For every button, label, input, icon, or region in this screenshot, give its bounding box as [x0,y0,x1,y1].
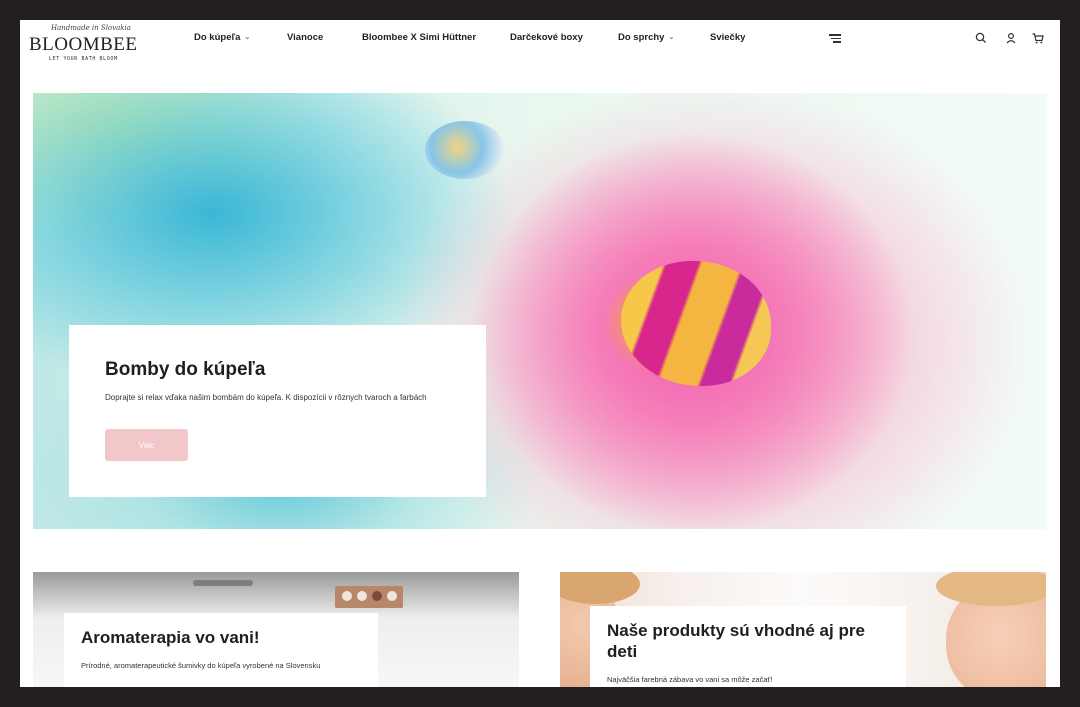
logo[interactable]: Handmade in Slovakia BLOOMBEE LET YOUR B… [29,24,137,66]
bath-bomb-image [621,261,771,386]
hero-title: Bomby do kúpeľa [105,359,266,380]
promo-card: Aromaterapia vo vani! Prírodné, aromater… [64,613,378,687]
nav-item-do-kupela[interactable]: Do kúpeľa ⌄ [194,32,250,43]
nav-label: Darčekové boxy [510,32,583,43]
nav-item-bloombee-x-simi[interactable]: Bloombee X Simi Hüttner [362,32,476,43]
hero-card: Bomby do kúpeľa Doprajte si relax vďaka … [69,325,486,497]
hero-more-button[interactable]: Viac [105,429,188,461]
hero-description: Doprajte si relax vďaka našim bombám do … [105,393,427,402]
nav-item-vianoce[interactable]: Vianoce [287,32,323,43]
site-header: Handmade in Slovakia BLOOMBEE LET YOUR B… [20,20,1060,78]
search-icon[interactable] [974,31,988,45]
promo-title: Aromaterapia vo vani! [81,628,260,647]
promo-tile-aromatherapy[interactable]: Aromaterapia vo vani! Prírodné, aromater… [33,572,519,687]
nav-item-darcekove-boxy[interactable]: Darčekové boxy [510,32,583,43]
promo-card: Naše produkty sú vhodné aj pre deti Najv… [590,606,906,687]
nav-item-sviecky[interactable]: Sviečky [710,32,745,43]
menu-icon[interactable] [829,34,841,43]
page: Handmade in Slovakia BLOOMBEE LET YOUR B… [20,20,1060,687]
chevron-down-icon: ⌄ [668,34,675,41]
nav-label: Do kúpeľa [194,32,241,43]
nav-item-do-sprchy[interactable]: Do sprchy ⌄ [618,32,674,43]
logo-tagline: Handmade in Slovakia [51,24,131,32]
nav-label: Vianoce [287,32,324,43]
promo-text: Najväčšia farebná zábava vo vani sa môže… [607,675,773,684]
promo-text: Prírodné, aromaterapeutické šumivky do k… [81,661,321,670]
nav-label: Do sprchy [618,32,665,43]
logo-wordmark: BLOOMBEE [29,34,138,55]
logo-subtitle: LET YOUR BATH BLOOM [49,56,118,62]
nav-label: Bloombee X Simi Hüttner [362,32,477,43]
hero-banner: Bomby do kúpeľa Doprajte si relax vďaka … [33,93,1047,529]
chevron-down-icon: ⌄ [244,34,251,41]
promo-tile-kids[interactable]: Naše produkty sú vhodné aj pre deti Najv… [560,572,1046,687]
promo-title: Naše produkty sú vhodné aj pre deti [607,621,865,661]
nav-label: Sviečky [710,32,746,43]
account-icon[interactable] [1004,31,1018,45]
bath-bomb-image [425,121,505,179]
cart-icon[interactable] [1031,31,1045,45]
